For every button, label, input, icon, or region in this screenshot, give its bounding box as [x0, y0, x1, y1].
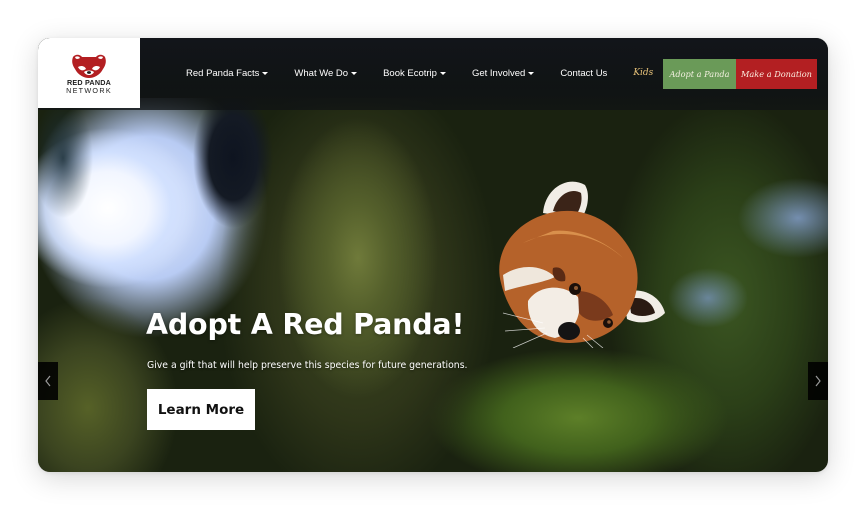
brand-name-line2: NETWORK: [66, 86, 112, 95]
nav-item-contact-us[interactable]: Contact Us: [560, 68, 607, 79]
hero-subtitle: Give a gift that will help preserve this…: [147, 360, 468, 371]
trunk-shadow: [188, 98, 278, 228]
red-panda-face: [499, 181, 665, 348]
caret-down-icon: [262, 71, 269, 75]
make-a-donation-button[interactable]: Make a Donation: [736, 59, 817, 89]
slider-prev-button[interactable]: [38, 362, 58, 400]
nav-item-label: What We Do: [294, 67, 349, 79]
site-logo[interactable]: RED PANDA NETWORK: [38, 38, 140, 108]
nav-item-what-we-do[interactable]: What We Do: [294, 67, 358, 79]
website-frame: RED PANDA NETWORK Red Panda Facts What W…: [38, 38, 828, 472]
chevron-left-icon: [45, 375, 51, 387]
nav-item-label: Contact Us: [560, 67, 608, 79]
nav-item-red-panda-facts[interactable]: Red Panda Facts: [186, 67, 269, 79]
caret-down-icon: [528, 71, 535, 75]
nav-item-label: Book Ecotrip: [383, 67, 437, 79]
adopt-a-panda-button[interactable]: Adopt a Panda: [663, 59, 736, 89]
nav-item-get-involved[interactable]: Get Involved: [471, 67, 535, 79]
slider-next-button[interactable]: [808, 362, 828, 400]
learn-more-button[interactable]: Learn More: [147, 389, 255, 430]
red-panda-face-icon: [72, 54, 106, 78]
nav-item-book-ecotrip[interactable]: Book Ecotrip: [383, 68, 446, 79]
nav-item-label: Get Involved: [471, 67, 526, 79]
caret-down-icon: [439, 71, 446, 75]
brand-name: RED PANDA NETWORK: [66, 79, 112, 95]
hero-title: Adopt A Red Panda!: [146, 308, 465, 341]
main-nav: Red Panda Facts What We Do Book Ecotrip …: [186, 38, 667, 108]
leaf-shadow: [38, 108, 108, 228]
nav-item-label: Red Panda Facts: [186, 67, 260, 79]
nav-item-kids[interactable]: Kids: [633, 68, 653, 78]
chevron-right-icon: [815, 375, 821, 387]
caret-down-icon: [351, 71, 358, 75]
